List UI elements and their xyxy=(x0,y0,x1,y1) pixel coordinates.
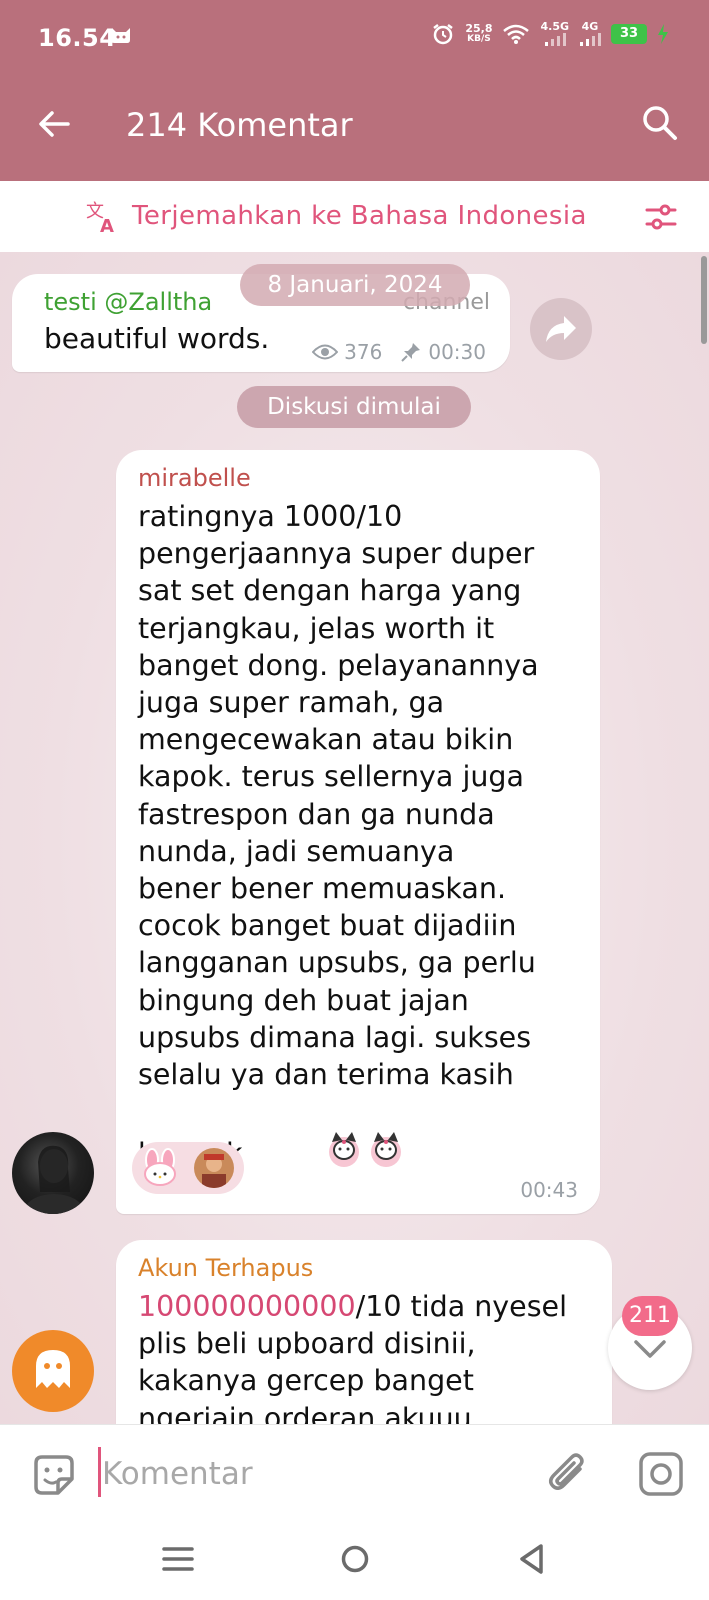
avatar[interactable] xyxy=(12,1132,94,1214)
signal-1: 4.5G xyxy=(540,20,569,46)
settings-sliders-icon[interactable] xyxy=(643,199,679,235)
kuromi-sticker-icon xyxy=(252,1093,408,1217)
camera-icon[interactable] xyxy=(636,1449,686,1499)
translate-icon: 文 A xyxy=(86,201,114,235)
signal-bars-icon xyxy=(544,33,566,46)
system-nav-bar xyxy=(0,1524,709,1600)
message-body: /10 tida nyesel xyxy=(355,1290,567,1323)
reactions[interactable] xyxy=(132,1142,244,1194)
message-bubble[interactable]: Akun Terhapus 100000000000/10 tida nyese… xyxy=(116,1240,612,1424)
ghost-icon xyxy=(36,1350,70,1388)
scrollbar[interactable] xyxy=(701,256,707,344)
alarm-icon xyxy=(433,24,454,45)
message-text: ratingnya 1000/10 pengerjaannya super du… xyxy=(138,498,588,1217)
date-separator: 8 Januari, 2024 xyxy=(240,264,470,306)
app-bar: 214 Komentar xyxy=(0,90,709,165)
charging-icon xyxy=(658,24,668,44)
net-speed-value: 25,8 xyxy=(465,22,493,35)
status-time: 16.54 xyxy=(38,24,117,52)
page-title: 214 Komentar xyxy=(126,106,353,144)
ghost-avatar[interactable] xyxy=(12,1330,94,1412)
home-icon[interactable] xyxy=(340,1544,370,1574)
pin-icon xyxy=(401,343,421,362)
cat-notification-icon xyxy=(112,28,130,43)
forward-button[interactable] xyxy=(530,298,592,360)
recent-apps-icon[interactable] xyxy=(162,1544,194,1574)
message-text: 100000000000/10 tida nyesel plis beli upb… xyxy=(138,1288,598,1424)
share-arrow-icon xyxy=(546,316,576,342)
channel-meta: 376 00:30 xyxy=(312,340,486,364)
channel-text: beautiful words. xyxy=(44,322,270,355)
status-icons: 25,8 KB/S 4.5G 4G 33 xyxy=(431,20,669,46)
text-caret xyxy=(98,1447,101,1497)
wifi-icon xyxy=(503,24,530,44)
signal-bars-icon xyxy=(580,33,601,46)
my-melody-reaction-icon xyxy=(144,1148,176,1186)
message-body: ratingnya 1000/10 pengerjaannya super du… xyxy=(138,500,539,1170)
translate-label[interactable]: Terjemahkan ke Bahasa Indonesia xyxy=(132,201,587,231)
net-speed: 25,8 KB/S xyxy=(465,23,492,45)
net-speed-unit: KB/S xyxy=(467,34,491,44)
chat-area[interactable]: testi @Zalltha channel beautiful words. … xyxy=(0,252,709,1424)
message-highlight[interactable]: 100000000000 xyxy=(138,1290,356,1323)
channel-sender[interactable]: testi @Zalltha xyxy=(44,288,212,316)
signal-2: 4G xyxy=(579,20,601,46)
comment-input[interactable] xyxy=(102,1447,522,1501)
signal-1-label: 4.5G xyxy=(540,20,569,33)
discussion-started-label: Diskusi dimulai xyxy=(237,386,471,428)
channel-time: 00:30 xyxy=(428,340,486,364)
message-sender[interactable]: Akun Terhapus xyxy=(138,1254,313,1282)
sticker-icon[interactable] xyxy=(28,1449,80,1501)
svg-text:A: A xyxy=(100,216,114,235)
message-time: 00:43 xyxy=(520,1178,578,1202)
status-bar: 16.54 25,8 KB/S 4.5G 4G 33 xyxy=(0,0,709,80)
view-count: 376 xyxy=(344,340,383,364)
comment-input-bar xyxy=(0,1424,709,1524)
signal-2-label: 4G xyxy=(581,20,599,33)
message-bubble[interactable]: mirabelle ratingnya 1000/10 pengerjaanny… xyxy=(116,450,600,1214)
back-arrow-icon[interactable] xyxy=(34,104,74,144)
battery-indicator: 33 xyxy=(611,24,647,44)
search-icon[interactable] xyxy=(639,102,681,144)
message-body-rest: plis beli upboard disinii, kakanya gerce… xyxy=(138,1327,476,1424)
user-reaction-avatar xyxy=(194,1148,234,1188)
translate-bar[interactable]: 文 A Terjemahkan ke Bahasa Indonesia xyxy=(0,181,709,252)
unread-count-badge[interactable]: 211 xyxy=(622,1296,678,1336)
message-sender[interactable]: mirabelle xyxy=(138,464,251,492)
views-eye-icon xyxy=(312,344,339,360)
header: 16.54 25,8 KB/S 4.5G 4G 33 214 Komentar xyxy=(0,0,709,181)
back-triangle-icon[interactable] xyxy=(516,1542,546,1576)
attach-paperclip-icon[interactable] xyxy=(544,1449,594,1499)
